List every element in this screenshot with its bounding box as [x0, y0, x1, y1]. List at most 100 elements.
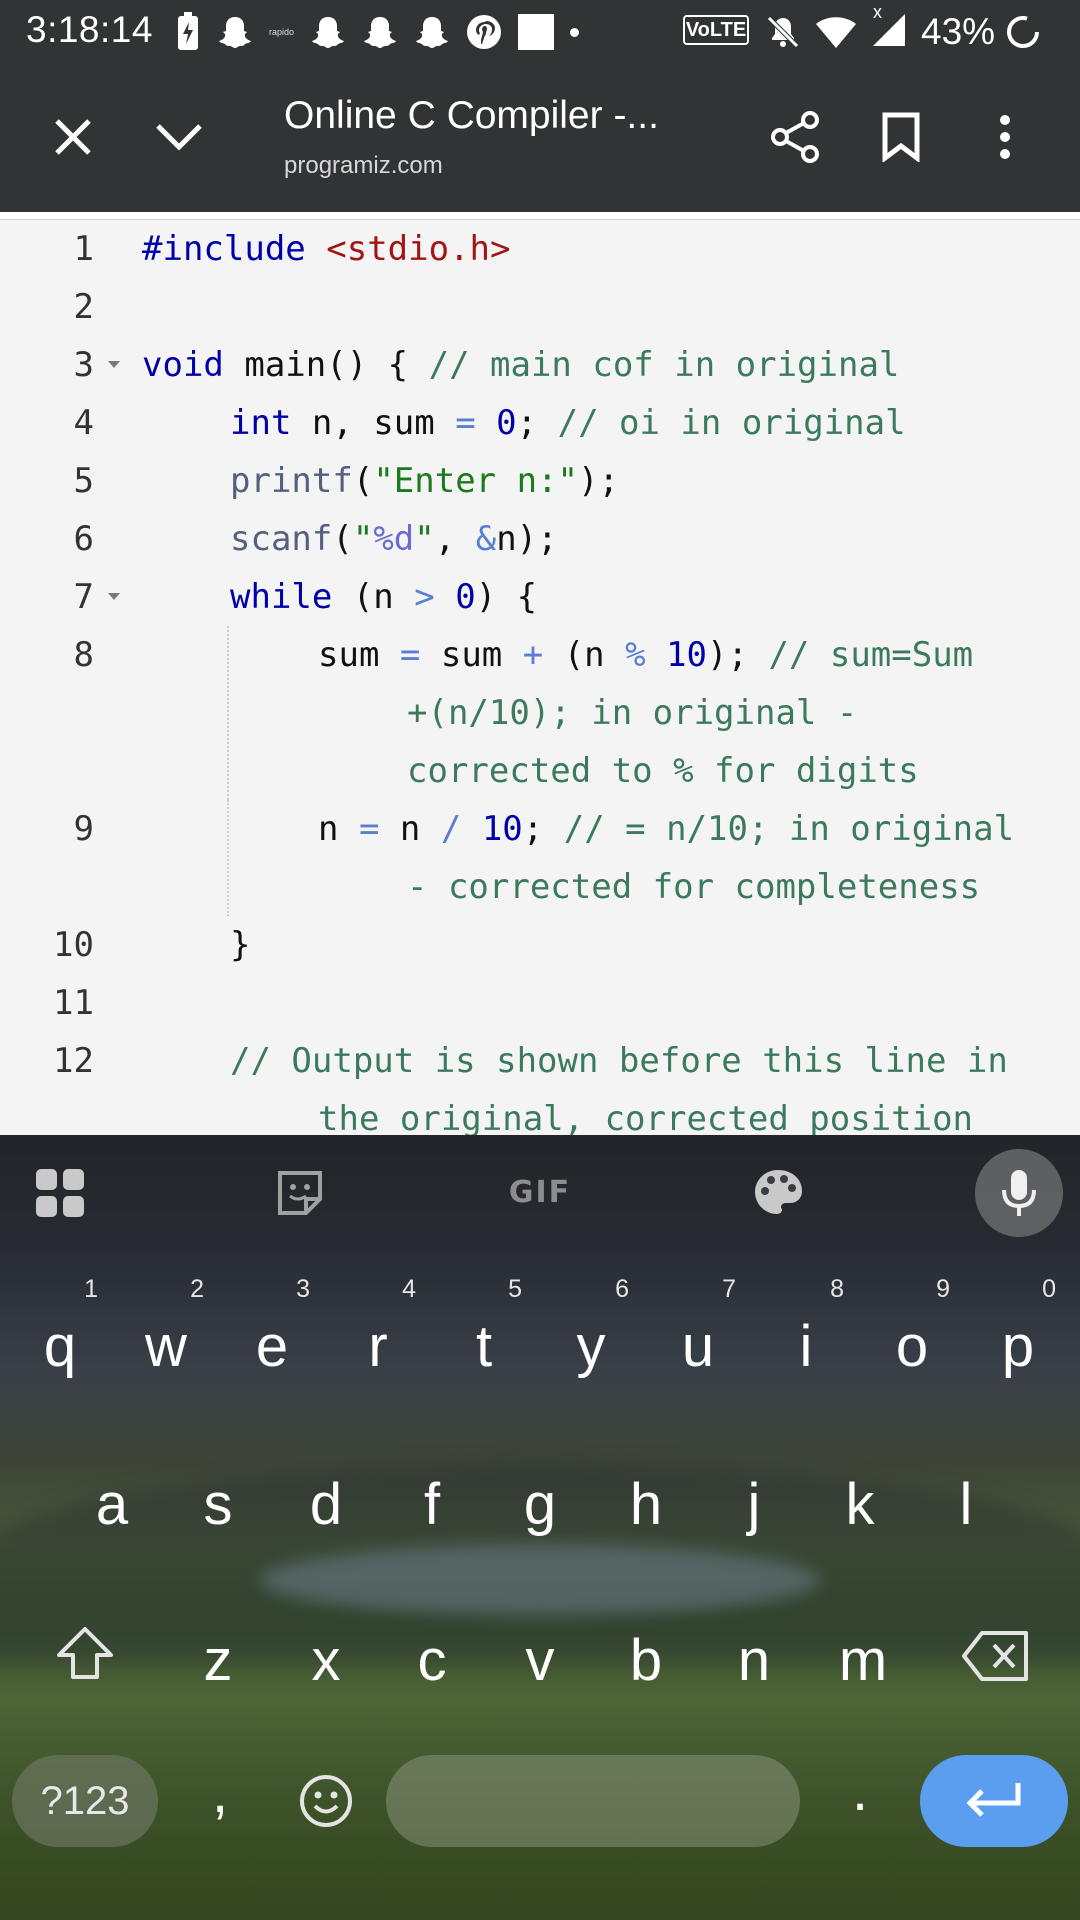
space-key[interactable] [386, 1755, 800, 1847]
battery-charging-icon [178, 12, 198, 50]
key-e[interactable]: 3e [234, 1275, 310, 1377]
code-text: // Output is shown before this line in [230, 1041, 1008, 1081]
apps-button[interactable] [24, 1135, 96, 1250]
code-text: } [230, 925, 251, 965]
mic-background [975, 1148, 1063, 1237]
page-title: Online C Compiler -... [284, 94, 659, 137]
key-b[interactable]: b [608, 1631, 684, 1691]
network-indicator: x [873, 1, 882, 22]
wifi-icon [816, 17, 856, 48]
line-number: 6 [73, 519, 94, 559]
sync-icon [1007, 16, 1040, 48]
page-domain: programiz.com [284, 152, 443, 179]
key-h[interactable]: h [608, 1475, 684, 1535]
code-line: 11 [0, 974, 1080, 1032]
code-text: scanf("%d", &n); [230, 519, 558, 559]
key-m[interactable]: m [822, 1631, 904, 1691]
key-v[interactable]: v [502, 1631, 578, 1691]
line-number: 10 [53, 925, 94, 965]
share-icon [771, 111, 819, 163]
close-button[interactable] [40, 104, 106, 170]
key-y[interactable]: 6y [553, 1275, 630, 1377]
code-text-wrap: +(n/10); in original - [407, 693, 858, 733]
key-p[interactable]: 0p [980, 1275, 1056, 1377]
bookmark-button[interactable] [868, 104, 934, 170]
enter-key[interactable] [920, 1755, 1068, 1847]
line-number: 12 [53, 1041, 94, 1081]
emoji-key[interactable] [290, 1773, 362, 1835]
key-c[interactable]: c [394, 1631, 470, 1691]
key-o[interactable]: 9o [874, 1275, 950, 1377]
period-key[interactable]: . [830, 1761, 890, 1821]
code-text-wrap: - corrected for completeness [407, 867, 981, 907]
snapchat-icon [312, 17, 345, 48]
line-number: 5 [73, 461, 94, 501]
mute-icon [767, 16, 799, 48]
key-w[interactable]: 2w [128, 1275, 204, 1377]
key-s[interactable]: s [180, 1475, 256, 1535]
code-text: while (n > 0) { [230, 577, 538, 617]
mic-icon [1002, 1169, 1036, 1216]
code-text: n = n / 10; // = n/10; in original [318, 809, 1015, 849]
key-z[interactable]: z [180, 1631, 256, 1691]
fold-toggle-icon[interactable] [108, 593, 120, 600]
more-notifications-icon [570, 27, 580, 37]
key-l[interactable]: l [928, 1475, 1004, 1535]
pinterest-icon [467, 15, 502, 49]
code-line: 4 int n, sum = 0; // oi in original [0, 394, 1080, 452]
close-icon [55, 119, 91, 155]
code-line: 7 while (n > 0) { [0, 568, 1080, 626]
backspace-key[interactable] [956, 1629, 1036, 1699]
key-a[interactable]: a [74, 1475, 150, 1535]
key-u[interactable]: 7u [660, 1275, 736, 1377]
code-line: 2 [0, 278, 1080, 336]
voice-input-button[interactable] [974, 1135, 1064, 1250]
key-n[interactable]: n [716, 1631, 792, 1691]
page-load-divider [0, 212, 1080, 220]
key-i[interactable]: 8i [768, 1275, 844, 1377]
status-bar: 3:18:14 rapido VoLTE x 43% [0, 0, 1080, 64]
keyboard-suggestion-bar: GIF [0, 1135, 1080, 1250]
minimize-button[interactable] [146, 104, 212, 170]
comma-key[interactable]: , [190, 1763, 250, 1823]
snapchat-icon [364, 17, 397, 48]
fold-toggle-icon[interactable] [108, 361, 120, 368]
line-number: 8 [73, 635, 94, 675]
key-t[interactable]: 5t [446, 1275, 522, 1377]
share-button[interactable] [762, 104, 828, 170]
code-text: sum = sum + (n % 10); // sum=Sum [318, 635, 974, 675]
more-options-button[interactable] [972, 104, 1038, 170]
status-time: 3:18:14 [26, 9, 153, 50]
shift-key[interactable] [44, 1625, 126, 1697]
enter-icon [966, 1783, 1021, 1817]
code-text: void main() { // main cof in original [142, 345, 900, 385]
key-r[interactable]: 4r [340, 1275, 416, 1377]
line-number: 11 [53, 983, 94, 1023]
line-number: 3 [73, 345, 94, 385]
indent-guide [227, 800, 229, 916]
code-editor[interactable]: 1 #include <stdio.h> 2 3 void main() { /… [0, 220, 1080, 1135]
key-f[interactable]: f [394, 1475, 470, 1535]
chevron-down-icon [156, 124, 202, 151]
code-line: 10 } [0, 916, 1080, 974]
code-line: 9 n = n / 10; // = n/10; in original - c… [0, 800, 1080, 916]
code-line: 8 sum = sum + (n % 10); // sum=Sum +(n/1… [0, 626, 1080, 800]
key-j[interactable]: j [716, 1475, 792, 1535]
key-g[interactable]: g [502, 1475, 578, 1535]
key-d[interactable]: d [288, 1475, 364, 1535]
key-x[interactable]: x [288, 1631, 364, 1691]
keyboard-background-lake [260, 1545, 820, 1615]
code-line: 6 scanf("%d", &n); [0, 510, 1080, 568]
gif-label: GIF [508, 1175, 572, 1210]
soft-keyboard: GIF 1q 2w 3e 4r 5t 6y 7u 8i 9o 0p a s d … [0, 1135, 1080, 1920]
photo-icon [518, 14, 555, 50]
theme-button[interactable] [742, 1135, 814, 1250]
gif-button[interactable]: GIF [500, 1135, 580, 1250]
sticker-button[interactable] [264, 1135, 336, 1250]
line-number: 7 [73, 577, 94, 617]
key-k[interactable]: k [822, 1475, 898, 1535]
key-q[interactable]: 1q [22, 1275, 98, 1377]
code-text: int n, sum = 0; // oi in original [230, 403, 906, 443]
code-line: 1 #include <stdio.h> [0, 220, 1080, 278]
symbols-key[interactable]: ?123 [12, 1755, 158, 1847]
